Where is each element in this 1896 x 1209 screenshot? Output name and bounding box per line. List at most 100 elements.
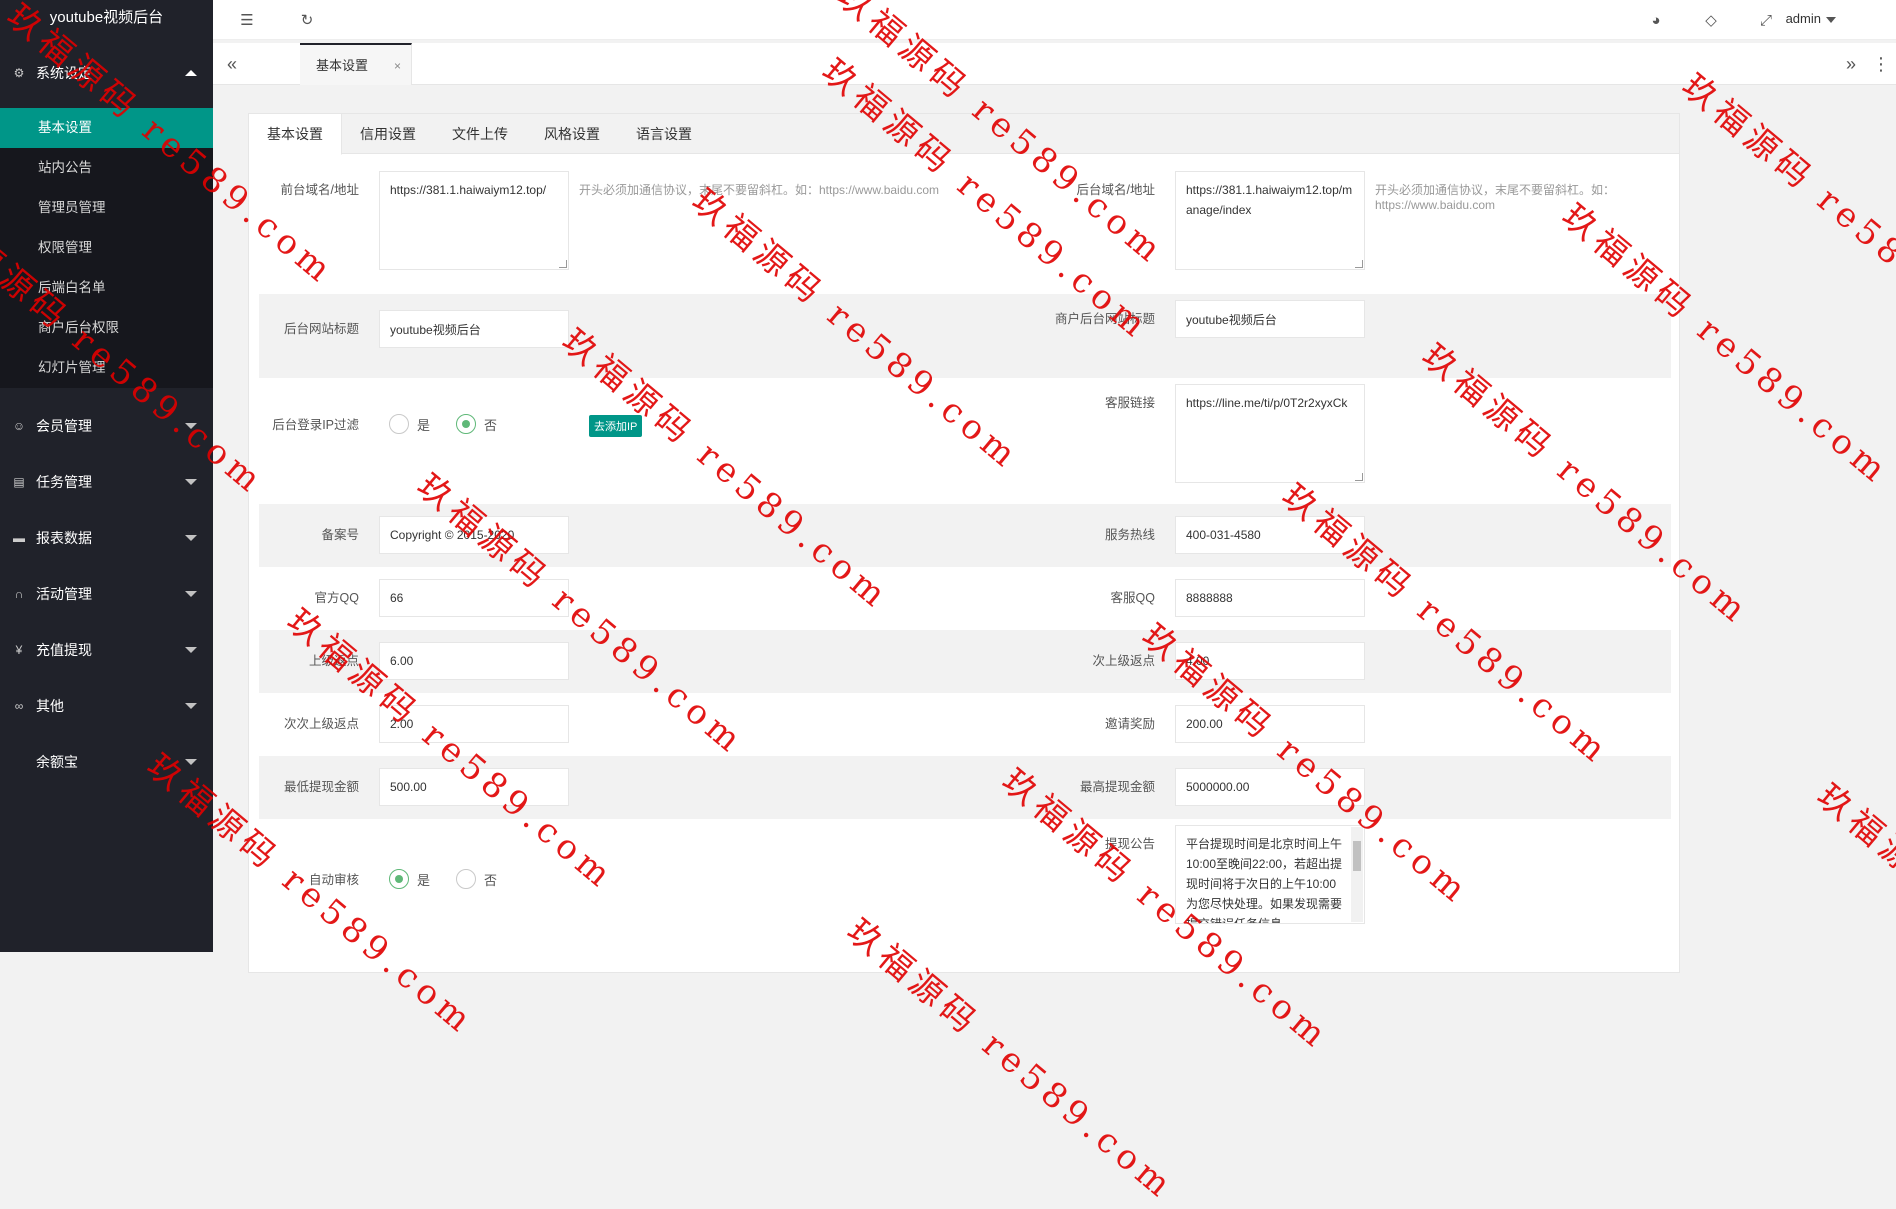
add-ip-button[interactable]: 去添加IP [589, 415, 643, 437]
settings-tabs: 基本设置 信用设置 文件上传 风格设置 语言设置 [249, 114, 1679, 155]
scroll-thumb[interactable] [1353, 841, 1361, 871]
sidebar-item-merchant-permission[interactable]: 商户后台权限 [0, 308, 213, 348]
username: admin [1785, 11, 1821, 26]
field-label: 提现公告 [1104, 837, 1155, 851]
blank-icon [12, 755, 26, 769]
top-header: ☰ ↻ ◕ ◇ ⤢ admin [213, 0, 1896, 40]
field-label: 最高提现金额 [1079, 780, 1155, 794]
field-label: 次次上级返点 [283, 717, 359, 731]
official-qq-input[interactable]: 66 [379, 579, 569, 617]
watermark-text: 玖福源码 re589.com [1674, 66, 1896, 364]
chevron-down-icon [185, 759, 197, 765]
radio-label: 是 [417, 872, 431, 888]
service-qq-input[interactable]: 8888888 [1175, 579, 1365, 617]
ip-filter-no-radio[interactable]: 否 [456, 414, 497, 434]
nav-group-label: 系统设定 [36, 65, 92, 81]
report-icon: ▬ [13, 531, 25, 545]
list-icon: ▤ [13, 475, 25, 489]
auto-review-no-radio[interactable]: 否 [456, 869, 497, 889]
withdraw-notice-field[interactable]: 平台提现时间是北京时间上午10:00至晚间22:00，若超出提现时间将于次日的上… [1175, 825, 1365, 924]
theme-icon[interactable]: ◕ [1646, 10, 1666, 30]
tabs-menu-icon[interactable]: ⋮ [1866, 43, 1896, 85]
field-hint: 开头必须加通信协议，末尾不要留斜杠。如：https://www.baidu.co… [579, 183, 940, 197]
sidebar-item-announcement[interactable]: 站内公告 [0, 148, 213, 188]
fullscreen-icon[interactable]: ⤢ [1756, 10, 1776, 30]
chevron-down-icon [185, 591, 197, 597]
min-withdraw-input[interactable]: 500.00 [379, 768, 569, 806]
field-label: 自动审核 [308, 873, 359, 887]
nav-group-others[interactable]: ∞ 其他 [0, 678, 213, 734]
nav-group-system[interactable]: ⚙ 系统设定 [0, 38, 213, 108]
field-label: 商户后台网站标题 [1055, 312, 1156, 326]
gear-icon: ⚙ [13, 66, 25, 80]
field-value: 平台提现时间是北京时间上午10:00至晚间22:00，若超出提现时间将于次日的上… [1186, 837, 1343, 924]
field-hint: 开头必须加通信协议，末尾不要留斜杠。如：https://www.baidu.co… [1375, 183, 1616, 212]
radio-icon [389, 414, 409, 434]
ip-filter-yes-radio[interactable]: 是 [389, 414, 430, 434]
field-label: 上级返点 [308, 654, 359, 668]
subnav-system: 基本设置 站内公告 管理员管理 权限管理 后端白名单 商户后台权限 幻灯片管理 [0, 108, 213, 388]
sidebar-item-permission[interactable]: 权限管理 [0, 228, 213, 268]
sidebar-item-admin-manage[interactable]: 管理员管理 [0, 188, 213, 228]
upper-rebate-input[interactable]: 6.00 [379, 642, 569, 680]
form-row: 最低提现金额 500.00 最高提现金额 5000000.00 [259, 756, 1671, 819]
tabs-left-icon[interactable]: « [217, 43, 247, 85]
merchant-title-input[interactable]: youtube视频后台 [1175, 300, 1365, 338]
sidebar-item-whitelist[interactable]: 后端白名单 [0, 268, 213, 308]
nav-group-tasks[interactable]: ▤ 任务管理 [0, 454, 213, 510]
close-icon[interactable]: × [394, 45, 401, 87]
service-link-field[interactable]: https://line.me/ti/p/0T2r2xyxCk [1175, 384, 1365, 483]
radio-checked-icon [389, 869, 409, 889]
sidebar-item-slides[interactable]: 幻灯片管理 [0, 348, 213, 388]
chevron-down-icon [185, 535, 197, 541]
tab-style[interactable]: 风格设置 [526, 114, 618, 153]
yen-icon: ¥ [15, 643, 23, 657]
sidebar-item-basic-settings[interactable]: 基本设置 [0, 108, 213, 148]
nav-group-balance[interactable]: 余额宝 [0, 734, 213, 790]
tabs-right-icon[interactable]: » [1836, 43, 1866, 85]
nav-group-recharge[interactable]: ¥ 充值提现 [0, 622, 213, 678]
nav-group-label: 充值提现 [36, 642, 92, 658]
field-value: https://381.1.haiwaiym12.top/manage/inde… [1186, 183, 1353, 217]
refresh-icon[interactable]: ↻ [297, 10, 317, 30]
invite-reward-input[interactable]: 200.00 [1175, 705, 1365, 743]
radio-icon [456, 869, 476, 889]
form-row: 前台域名/地址 https://381.1.haiwaiym12.top/ 开头… [259, 154, 1671, 270]
radio-label: 否 [484, 417, 498, 433]
resize-icon[interactable] [1355, 260, 1363, 268]
tab-basic[interactable]: 基本设置 [249, 114, 342, 155]
menu-collapse-icon[interactable]: ☰ [237, 10, 257, 30]
second-rebate-input[interactable]: 4.00 [1175, 642, 1365, 680]
nav-group-members[interactable]: ☺ 会员管理 [0, 398, 213, 454]
tab-upload[interactable]: 文件上传 [434, 114, 526, 153]
field-label: 后台网站标题 [283, 322, 359, 336]
scrollbar[interactable] [1351, 827, 1363, 922]
sidebar: youtube视频后台 ⚙ 系统设定 基本设置 站内公告 管理员管理 权限管理 … [0, 0, 213, 952]
tab-credit[interactable]: 信用设置 [342, 114, 434, 153]
chevron-down-icon [185, 479, 197, 485]
field-label: 后台域名/地址 [1076, 183, 1155, 197]
third-rebate-input[interactable]: 2.00 [379, 705, 569, 743]
nav-group-reports[interactable]: ▬ 报表数据 [0, 510, 213, 566]
tag-icon[interactable]: ◇ [1701, 10, 1721, 30]
max-withdraw-input[interactable]: 5000000.00 [1175, 768, 1365, 806]
hotline-input[interactable]: 400-031-4580 [1175, 516, 1365, 554]
backend-domain-field[interactable]: https://381.1.haiwaiym12.top/manage/inde… [1175, 171, 1365, 270]
chevron-down-icon [185, 703, 197, 709]
site-title-input[interactable]: youtube视频后台 [379, 310, 569, 348]
resize-icon[interactable] [559, 260, 567, 268]
field-value: https://381.1.haiwaiym12.top/ [390, 183, 547, 197]
caret-down-icon [1826, 16, 1836, 23]
resize-icon[interactable] [1355, 473, 1363, 481]
icp-input[interactable]: Copyright © 2015-2020 [379, 516, 569, 554]
link-icon: ∞ [14, 699, 24, 713]
field-label: 邀请奖励 [1104, 717, 1155, 731]
tab-language[interactable]: 语言设置 [618, 114, 710, 153]
frontend-domain-field[interactable]: https://381.1.haiwaiym12.top/ [379, 171, 569, 270]
auto-review-yes-radio[interactable]: 是 [389, 869, 430, 889]
user-menu[interactable]: admin [1786, 11, 1836, 26]
page-tab-label: 基本设置 [316, 58, 369, 73]
page-tab-basic[interactable]: 基本设置 × [300, 43, 412, 85]
form-row: 备案号 Copyright © 2015-2020 服务热线 400-031-4… [259, 504, 1671, 567]
nav-group-activities[interactable]: ∩ 活动管理 [0, 566, 213, 622]
